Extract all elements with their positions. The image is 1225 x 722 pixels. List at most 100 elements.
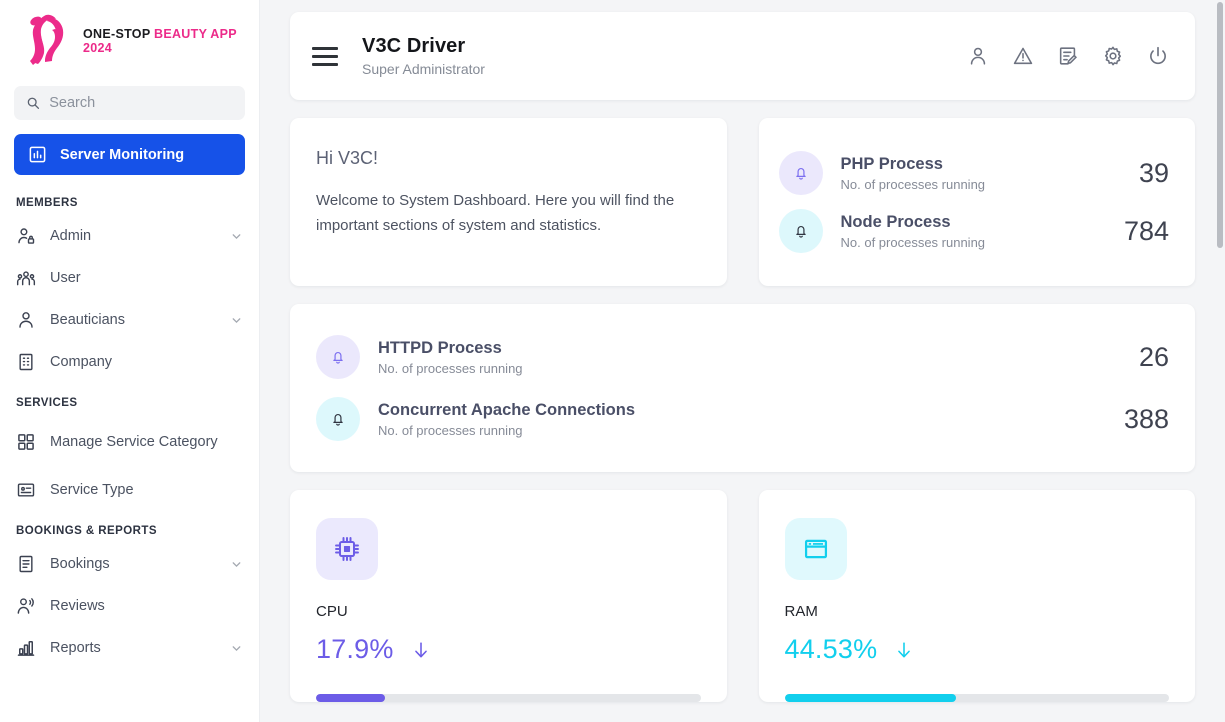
cpu-progress-fill	[316, 694, 385, 702]
sidebar-item-label: Server Monitoring	[60, 146, 185, 163]
cpu-metric-card: CPU 17.9%	[290, 490, 727, 702]
chevron-down-icon	[232, 317, 241, 323]
logo-line2: 2024	[83, 41, 113, 55]
sidebar-item-label: Beauticians	[50, 311, 125, 328]
bell-icon	[333, 352, 343, 364]
sidebar-item-label: Reviews	[50, 597, 105, 614]
cpu-col: CPU 17.9%	[290, 490, 727, 702]
cpu-value-row: 17.9%	[316, 634, 701, 665]
process-subtitle: No. of processes running	[378, 360, 523, 376]
process-card-wide: HTTPD Process No. of processes running 2…	[290, 304, 1195, 472]
process-value: 388	[1123, 403, 1169, 434]
process-value: 784	[1123, 215, 1169, 246]
dashboard-row-3: CPU 17.9% RAM 44.53%	[290, 490, 1195, 702]
search-box[interactable]	[14, 86, 245, 120]
process-row: HTTPD Process No. of processes running 2…	[316, 335, 1169, 379]
bell-icon	[795, 226, 806, 238]
process-value: 26	[1138, 341, 1169, 372]
gear-icon[interactable]	[1102, 45, 1124, 67]
process-title: HTTPD Process	[378, 339, 502, 358]
bell-bubble	[778, 151, 823, 195]
chevron-down-icon	[232, 233, 241, 239]
sidebar-item-user[interactable]: User	[0, 257, 259, 299]
sidebar-item-service-type[interactable]: Service Type	[0, 469, 259, 511]
process-text: Concurrent Apache Connections No. of pro…	[378, 400, 1106, 438]
hamburger-menu-icon[interactable]	[312, 46, 338, 66]
sidebar-item-label: Service Type	[50, 481, 134, 498]
process-title: Concurrent Apache Connections	[378, 401, 635, 420]
sidebar-item-server-monitoring[interactable]: Server Monitoring	[14, 134, 245, 175]
search-input[interactable]	[49, 95, 233, 111]
logo-text: ONE-STOP BEAUTY APP 2024	[83, 27, 237, 55]
bell-bubble	[778, 209, 823, 253]
person-voice-icon	[17, 598, 34, 614]
sidebar-item-reviews[interactable]: Reviews	[0, 585, 259, 627]
sidebar-item-label: Reports	[50, 639, 101, 656]
cpu-icon-tile	[316, 518, 378, 580]
down-arrow-icon	[414, 641, 427, 657]
search-icon	[27, 97, 40, 109]
sidebar-item-reports[interactable]: Reports	[0, 627, 259, 669]
app-logo[interactable]: ONE-STOP BEAUTY APP 2024	[0, 0, 259, 80]
main-content: V3C Driver Super Administrator Hi V3C! W…	[260, 0, 1225, 722]
logo-line1-pink: BEAUTY APP	[154, 27, 237, 41]
process-subtitle: No. of processes running	[840, 234, 986, 250]
ram-value: 44.53%	[784, 634, 878, 664]
bell-bubble	[316, 397, 360, 441]
sidebar-item-bookings[interactable]: Bookings	[0, 543, 259, 585]
process-title: PHP Process	[840, 155, 943, 174]
bar-chart-icon	[17, 641, 35, 656]
sidebar-group-title-bookings-reports: BOOKINGS & REPORTS	[16, 525, 158, 537]
cpu-value: 17.9%	[316, 634, 394, 664]
page-scrollbar[interactable]	[1217, 2, 1223, 248]
process-row: PHP Process No. of processes running 39	[778, 151, 1169, 195]
power-icon[interactable]	[1147, 45, 1169, 67]
logo-line1-dark: ONE-STOP	[83, 27, 151, 41]
ram-progress-track	[784, 694, 1169, 702]
topbar-titles: V3C Driver Super Administrator	[362, 35, 485, 77]
sidebar-item-label: User	[50, 269, 81, 286]
sidebar-item-label: Manage Service Category	[50, 433, 218, 450]
sidebar-item-company[interactable]: Company	[0, 341, 259, 383]
wide-process-col: HTTPD Process No. of processes running 2…	[290, 304, 1195, 472]
process-row: Node Process No. of processes running 78…	[778, 209, 1169, 253]
sidebar-item-manage-service-category[interactable]: Manage Service Category	[0, 415, 259, 469]
process-text: PHP Process No. of processes running	[841, 154, 1121, 192]
ram-metric-card: RAM 44.53%	[758, 490, 1195, 702]
app-root: ONE-STOP BEAUTY APP 2024 Server Monitori…	[0, 0, 1225, 722]
down-arrow-icon	[898, 641, 911, 657]
topbar-actions	[967, 45, 1169, 67]
process-text: Node Process No. of processes running	[841, 212, 1106, 250]
ram-icon-tile	[784, 518, 847, 580]
process-text: HTTPD Process No. of processes running	[378, 338, 1121, 376]
dashboard-row-1: Hi V3C! Welcome to System Dashboard. Her…	[290, 118, 1195, 286]
ram-col: RAM 44.53%	[758, 490, 1195, 702]
welcome-greeting: Hi V3C!	[316, 148, 379, 168]
sidebar-group-title-members: MEMBERS	[16, 197, 78, 209]
welcome-card: Hi V3C! Welcome to System Dashboard. Her…	[290, 118, 727, 286]
beauty-woman-silhouette-logo	[30, 14, 64, 65]
ram-window-icon	[804, 539, 827, 559]
process-subtitle: No. of processes running	[378, 422, 523, 438]
sidebar-item-beauticians[interactable]: Beauticians	[0, 299, 259, 341]
process-col: PHP Process No. of processes running 39	[758, 118, 1195, 286]
sidebar-item-label: Bookings	[50, 555, 110, 572]
bell-icon	[333, 414, 343, 426]
user-icon[interactable]	[967, 45, 989, 67]
cpu-chip-icon	[335, 537, 359, 561]
page-title: V3C Driver	[362, 35, 466, 57]
warning-triangle-icon[interactable]	[1012, 45, 1034, 67]
process-card-top: PHP Process No. of processes running 39	[758, 118, 1195, 286]
sidebar-item-label: Company	[50, 353, 113, 370]
sidebar-item-admin[interactable]: Admin	[0, 215, 259, 257]
process-value: 39	[1138, 157, 1169, 188]
process-subtitle: No. of processes running	[840, 176, 986, 192]
ram-label: RAM	[784, 603, 818, 620]
cpu-progress-track	[316, 694, 701, 702]
sidebar-group-title-services: SERVICES	[16, 397, 78, 409]
page-subtitle: Super Administrator	[362, 61, 485, 77]
bell-bubble	[316, 335, 360, 379]
chart-bar-icon	[29, 146, 46, 163]
edit-document-icon[interactable]	[1057, 45, 1079, 67]
welcome-col: Hi V3C! Welcome to System Dashboard. Her…	[290, 118, 727, 286]
